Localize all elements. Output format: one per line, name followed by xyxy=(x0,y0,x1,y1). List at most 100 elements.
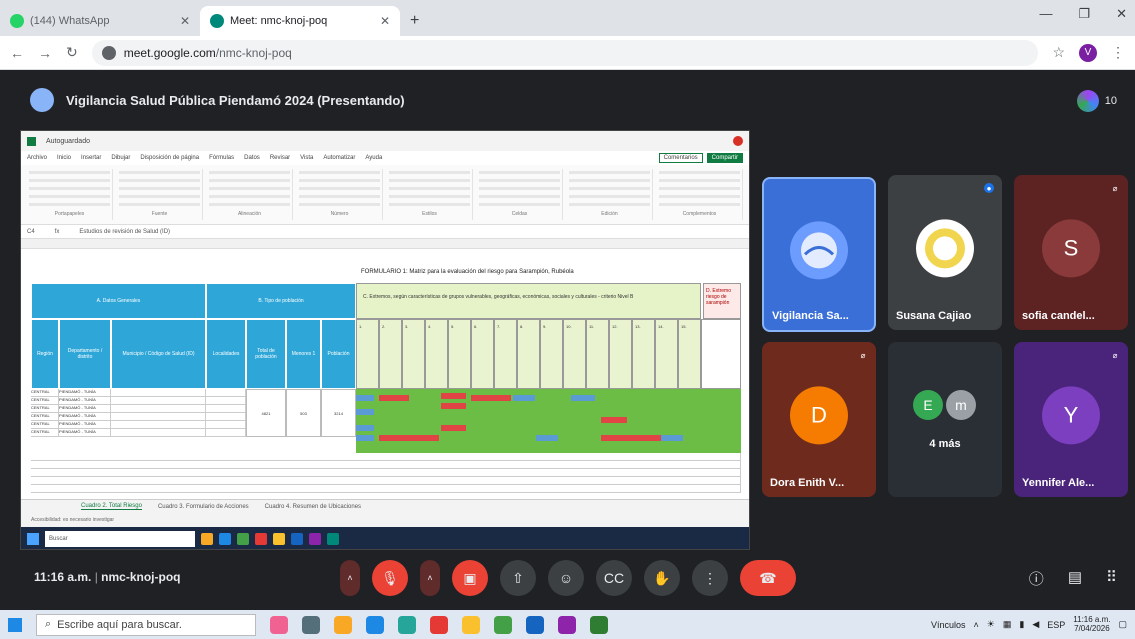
chevron-up-icon[interactable]: ˄ xyxy=(974,620,979,630)
links-label[interactable]: Vínculos xyxy=(931,620,966,630)
ribbon-group[interactable]: Portapapeles xyxy=(27,169,113,220)
formula-bar[interactable]: C4 fx Estudios de revisión de Salud (ID) xyxy=(21,225,749,239)
table-cell[interactable]: CENTRAL xyxy=(31,421,59,429)
ribbon-group[interactable]: Alineación xyxy=(207,169,293,220)
empty-row[interactable] xyxy=(31,453,741,461)
table-cell[interactable] xyxy=(111,397,206,405)
menu-vista[interactable]: Vista xyxy=(300,155,313,161)
sheet-tab[interactable]: Cuadro 4. Resumen de Ubicaciones xyxy=(265,504,361,510)
empty-row[interactable] xyxy=(31,477,741,485)
table-cell[interactable]: PIENDAMÓ - TUNÍA xyxy=(59,405,111,413)
excel-icon[interactable] xyxy=(590,615,608,634)
raise-hand-button[interactable]: ✋ xyxy=(644,560,680,596)
edge-icon[interactable] xyxy=(366,615,384,634)
share-button[interactable]: Compartir xyxy=(706,153,743,163)
table-cell[interactable] xyxy=(206,397,246,405)
chrome-alt-icon[interactable] xyxy=(494,615,512,634)
brave-icon[interactable] xyxy=(430,615,448,634)
table-row[interactable]: CENTRAL PIENDAMÓ - TUNÍA xyxy=(31,429,741,437)
table-cell[interactable] xyxy=(111,405,206,413)
table-cell[interactable] xyxy=(111,389,206,397)
folder-icon[interactable] xyxy=(334,615,352,634)
windows-start-icon[interactable] xyxy=(8,617,22,632)
spreadsheet-grid[interactable]: FORMULARIO 1: Matriz para la evaluación … xyxy=(31,269,741,499)
menu-ayuda[interactable]: Ayuda xyxy=(365,155,382,161)
menu-formulas[interactable]: Fórmulas xyxy=(209,155,234,161)
ribbon-group[interactable]: Fuente xyxy=(117,169,203,220)
table-cell[interactable] xyxy=(31,477,741,485)
table-row[interactable]: CENTRAL PIENDAMÓ - TUNÍA xyxy=(31,421,741,429)
table-cell[interactable]: CENTRAL xyxy=(31,429,59,437)
taskbar-clock[interactable]: 11:16 a.m. 7/04/2026 xyxy=(1073,615,1110,634)
menu-dibujar[interactable]: Dibujar xyxy=(111,155,130,161)
table-cell[interactable] xyxy=(31,453,741,461)
reactions-button[interactable]: ☺ xyxy=(548,560,584,596)
table-cell[interactable] xyxy=(31,469,741,477)
notifications-icon[interactable]: ▢ xyxy=(1118,619,1127,630)
table-cell[interactable] xyxy=(206,413,246,421)
url-input[interactable]: meet.google.com/nmc-knoj-poq xyxy=(91,39,1039,66)
table-row[interactable]: CENTRAL PIENDAMÓ - TUNÍA xyxy=(31,389,741,397)
menu-insertar[interactable]: Insertar xyxy=(81,155,101,161)
table-row[interactable]: CENTRAL PIENDAMÓ - TUNÍA xyxy=(31,405,741,413)
table-cell[interactable] xyxy=(111,413,206,421)
participant-tile[interactable]: ● Susana Cajiao xyxy=(888,175,1002,330)
table-cell[interactable]: CENTRAL xyxy=(31,413,59,421)
language-label[interactable]: ESP xyxy=(1047,620,1065,630)
menu-archivo[interactable]: Archivo xyxy=(27,155,47,161)
table-cell[interactable] xyxy=(31,485,741,493)
table-cell[interactable]: CENTRAL xyxy=(31,405,59,413)
table-cell[interactable] xyxy=(206,421,246,429)
table-cell[interactable]: PIENDAMÓ - TUNÍA xyxy=(59,429,111,437)
ribbon-group[interactable]: Edición xyxy=(567,169,653,220)
more-menu-icon[interactable]: ⋮ xyxy=(1111,44,1125,61)
table-cell[interactable] xyxy=(111,421,206,429)
tab-whatsapp[interactable]: (144) WhatsApp ✕ xyxy=(0,6,200,36)
table-cell[interactable] xyxy=(111,429,206,437)
participant-tile[interactable]: ⌀ Y Yennifer Ale... xyxy=(1014,342,1128,497)
volume-icon[interactable]: ◀ xyxy=(1032,619,1039,630)
table-cell[interactable] xyxy=(206,389,246,397)
table-cell[interactable]: PIENDAMÓ - TUNÍA xyxy=(59,397,111,405)
activities-icon[interactable]: ▤ xyxy=(1068,568,1082,589)
table-cell[interactable]: CENTRAL xyxy=(31,389,59,397)
menu-disposicion[interactable]: Disposición de página xyxy=(140,155,199,161)
bookmark-star-icon[interactable]: ☆ xyxy=(1052,44,1065,61)
menu-automatizar[interactable]: Automatizar xyxy=(323,155,355,161)
table-cell[interactable]: PIENDAMÓ - TUNÍA xyxy=(59,421,111,429)
info-icon[interactable]: ⓘ xyxy=(1029,568,1044,589)
grid-icon[interactable]: ⠿ xyxy=(1106,568,1117,589)
battery-icon[interactable]: ▮ xyxy=(1019,619,1024,630)
task-view-icon[interactable] xyxy=(302,615,320,634)
sheet-tab[interactable]: Cuadro 3. Formulario de Acciones xyxy=(158,504,249,510)
empty-row[interactable] xyxy=(31,485,741,493)
ribbon-group[interactable]: Celdas xyxy=(477,169,563,220)
table-cell[interactable]: CENTRAL xyxy=(31,397,59,405)
participants-indicator[interactable]: 10 xyxy=(1076,90,1117,112)
table-cell[interactable]: PIENDAMÓ - TUNÍA xyxy=(59,389,111,397)
participant-tile[interactable]: ⌀ S sofia candel... xyxy=(1014,175,1128,330)
table-cell[interactable] xyxy=(31,461,741,469)
participant-tile[interactable]: ⌀ D Dora Enith V... xyxy=(762,342,876,497)
minimize-icon[interactable]: — xyxy=(1039,6,1052,22)
camera-options-button[interactable]: ˄ xyxy=(420,560,440,596)
mic-toggle-button[interactable]: 🎙︎ xyxy=(372,560,408,596)
more-options-button[interactable]: ⋮ xyxy=(692,560,728,596)
app-icon[interactable] xyxy=(270,615,288,634)
table-cell[interactable] xyxy=(206,429,246,437)
menu-inicio[interactable]: Inicio xyxy=(57,155,71,161)
site-info-icon[interactable] xyxy=(101,45,116,60)
sheet-tab[interactable]: Cuadro 2. Total Riesgo xyxy=(81,503,142,510)
tab-meet[interactable]: Meet: nmc-knoj-poq ✕ xyxy=(200,6,400,36)
ribbon-group[interactable]: Complementos xyxy=(657,169,743,220)
participant-tile[interactable]: Vigilancia Sa... xyxy=(762,177,876,332)
table-row[interactable]: CENTRAL PIENDAMÓ - TUNÍA xyxy=(31,397,741,405)
new-tab-button[interactable]: + xyxy=(400,6,429,36)
reload-icon[interactable]: ↻ xyxy=(66,44,78,61)
table-cell[interactable] xyxy=(206,405,246,413)
captions-button[interactable]: CC xyxy=(596,560,632,596)
empty-row[interactable] xyxy=(31,461,741,469)
more-participants-tile[interactable]: E m 4 más xyxy=(888,342,1002,497)
camera-toggle-button[interactable]: ▣ xyxy=(452,560,488,596)
chrome-icon[interactable] xyxy=(462,615,480,634)
